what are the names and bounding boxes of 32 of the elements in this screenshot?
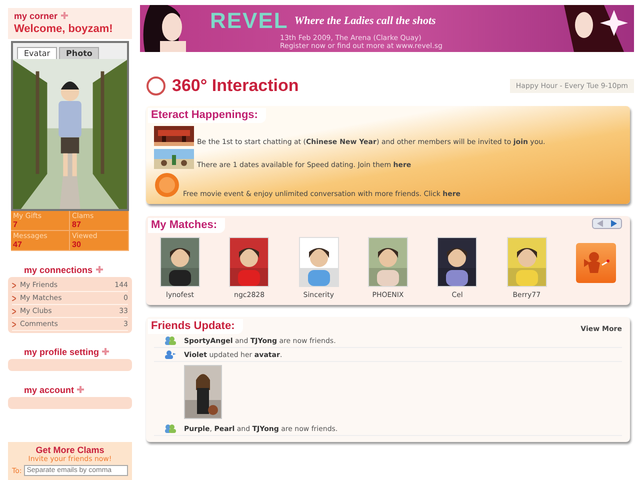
chevron-icon <box>12 282 16 288</box>
chevron-icon <box>12 296 16 300</box>
invite-title: Get More Clams <box>36 445 104 455</box>
section-title: my corner <box>14 11 126 21</box>
friends-icon <box>164 424 176 433</box>
stat-value: 87 <box>72 220 82 229</box>
circle-icon <box>146 76 166 96</box>
tab[interactable]: Evatar <box>17 47 58 59</box>
badge-icon <box>154 172 180 198</box>
section-title[interactable]: my profile setting <box>24 347 132 357</box>
section-title: my connections <box>24 265 132 275</box>
welcome-text: Welcome, boyzam! <box>14 23 114 35</box>
panel-title: Friends Update: <box>148 319 243 334</box>
section-title[interactable]: my account <box>24 385 132 395</box>
plus-icon <box>96 266 103 273</box>
stat-value: 30 <box>72 240 82 249</box>
cupid-button[interactable] <box>576 243 616 283</box>
chevron-icon <box>12 308 16 314</box>
logo: REVEL <box>210 8 288 34</box>
friends-icon <box>164 336 176 345</box>
page-title: 360° Interaction <box>172 76 300 96</box>
tab[interactable]: Photo <box>59 47 100 59</box>
user-icon <box>164 350 176 359</box>
plus-icon <box>102 348 110 355</box>
panel-title: Eteract Happenings: <box>148 108 266 123</box>
tagline: Where the Ladies call the shots <box>294 14 436 26</box>
stat-value: 7 <box>13 220 18 229</box>
chevron-icon <box>12 322 16 326</box>
plus-icon <box>60 12 68 19</box>
plus-icon <box>77 386 84 393</box>
stat-value: 47 <box>13 240 23 249</box>
panel-title: My Matches: <box>148 218 226 233</box>
